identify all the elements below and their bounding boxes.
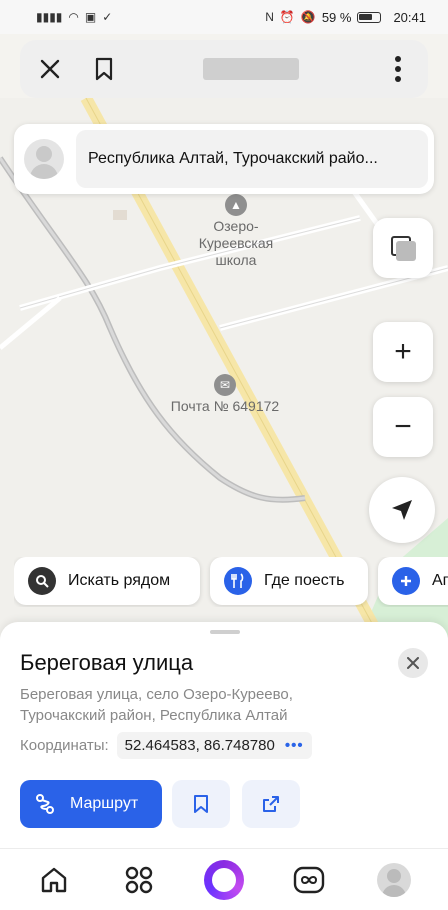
sheet-grabber[interactable] <box>210 630 240 634</box>
zoom-out-button[interactable]: − <box>373 397 433 457</box>
place-address: Береговая улица, село Озеро-Куреево, Тур… <box>20 686 293 724</box>
chip-pharmacy[interactable]: Ап <box>378 557 448 605</box>
profile-avatar[interactable] <box>372 858 416 902</box>
alice-icon[interactable] <box>202 858 246 902</box>
status-right: N ⏰ 🔕 59 % 20:41 <box>265 10 426 25</box>
check-circle-icon: ✓ <box>102 10 113 24</box>
bookmark-icon <box>194 795 208 813</box>
chip-where-to-eat-label: Где поесть <box>264 572 345 589</box>
bottom-navigation <box>0 848 448 910</box>
bookmark-place-button[interactable] <box>172 780 230 828</box>
infinity-icon[interactable] <box>287 858 331 902</box>
chip-search-nearby-label: Искать рядом <box>68 572 171 589</box>
location-arrow-icon <box>392 500 412 520</box>
battery-percent: 59 % <box>321 9 352 25</box>
plus-icon <box>392 567 420 595</box>
signal-icon: ▮▮▮▮ <box>36 10 63 24</box>
poi-school[interactable]: ▲ Озеро- Куреевская школа <box>188 194 284 269</box>
quick-actions: Искать рядом Где поесть Ап <box>14 557 448 607</box>
wifi-icon: ◠ <box>68 10 79 24</box>
browser-top-bar <box>20 40 428 98</box>
chip-where-to-eat[interactable]: Где поесть <box>210 557 368 605</box>
home-icon[interactable] <box>32 858 76 902</box>
avatar <box>376 862 411 897</box>
coordinates-value: 52.464583, 86.748780 <box>124 737 275 754</box>
hd-icon: ▣ <box>84 10 97 24</box>
share-icon <box>263 796 279 812</box>
search-icon <box>28 567 56 595</box>
fork-knife-icon <box>224 567 252 595</box>
route-icon <box>36 794 54 814</box>
school-icon: ▲ <box>225 194 247 216</box>
coordinates-row: Координаты: 52.464583, 86.748780 ••• <box>20 732 312 759</box>
more-vert-icon[interactable] <box>382 53 414 85</box>
chip-search-nearby[interactable]: Искать рядом <box>14 557 200 605</box>
coordinates-label: Координаты: <box>20 737 109 754</box>
clock: 20:41 <box>393 9 426 25</box>
status-left: ▮▮▮▮ ◠ ▣ ✓ <box>36 10 112 24</box>
poi-post-office[interactable]: ✉ Почта № 649172 <box>160 374 290 415</box>
poi-school-line1: Озеро- <box>213 218 259 234</box>
search-input[interactable]: Республика Алтай, Турочакский райо... <box>76 130 428 188</box>
zoom-in-button[interactable]: + <box>373 322 433 382</box>
place-bottom-sheet: Береговая улица Береговая улица, село Оз… <box>0 622 448 848</box>
coordinates-chip[interactable]: 52.464583, 86.748780 ••• <box>116 732 312 759</box>
alice-assistant-icon <box>203 859 244 900</box>
search-card: Республика Алтай, Турочакский райо... <box>14 124 434 194</box>
route-button[interactable]: Маршрут <box>20 780 162 828</box>
locate-button[interactable] <box>369 477 435 543</box>
poi-school-line3: школа <box>215 252 257 268</box>
close-sheet-button[interactable] <box>398 648 428 678</box>
share-button[interactable] <box>242 780 300 828</box>
user-avatar-icon[interactable] <box>24 139 64 179</box>
page-title-placeholder <box>203 58 299 80</box>
layers-icon <box>391 236 416 261</box>
layers-button[interactable] <box>373 218 433 278</box>
mute-icon: 🔕 <box>300 10 316 24</box>
status-bar: ▮▮▮▮ ◠ ▣ ✓ N ⏰ 🔕 59 % 20:41 <box>0 0 448 34</box>
poi-school-line2: Куреевская <box>198 235 274 251</box>
place-title: Береговая улица <box>20 650 194 675</box>
alarm-icon: ⏰ <box>279 10 295 24</box>
route-button-label: Маршрут <box>70 795 139 812</box>
bookmark-icon[interactable] <box>88 53 120 85</box>
coordinates-more-icon[interactable]: ••• <box>285 737 304 754</box>
poi-post-label: Почта № 649172 <box>170 398 280 414</box>
services-grid-icon[interactable] <box>117 858 161 902</box>
battery-icon <box>357 11 382 23</box>
close-icon[interactable] <box>34 53 66 85</box>
mail-icon: ✉ <box>214 374 236 396</box>
close-icon <box>407 657 419 669</box>
chip-pharmacy-label: Ап <box>432 572 448 589</box>
nfc-icon: N <box>265 10 274 24</box>
